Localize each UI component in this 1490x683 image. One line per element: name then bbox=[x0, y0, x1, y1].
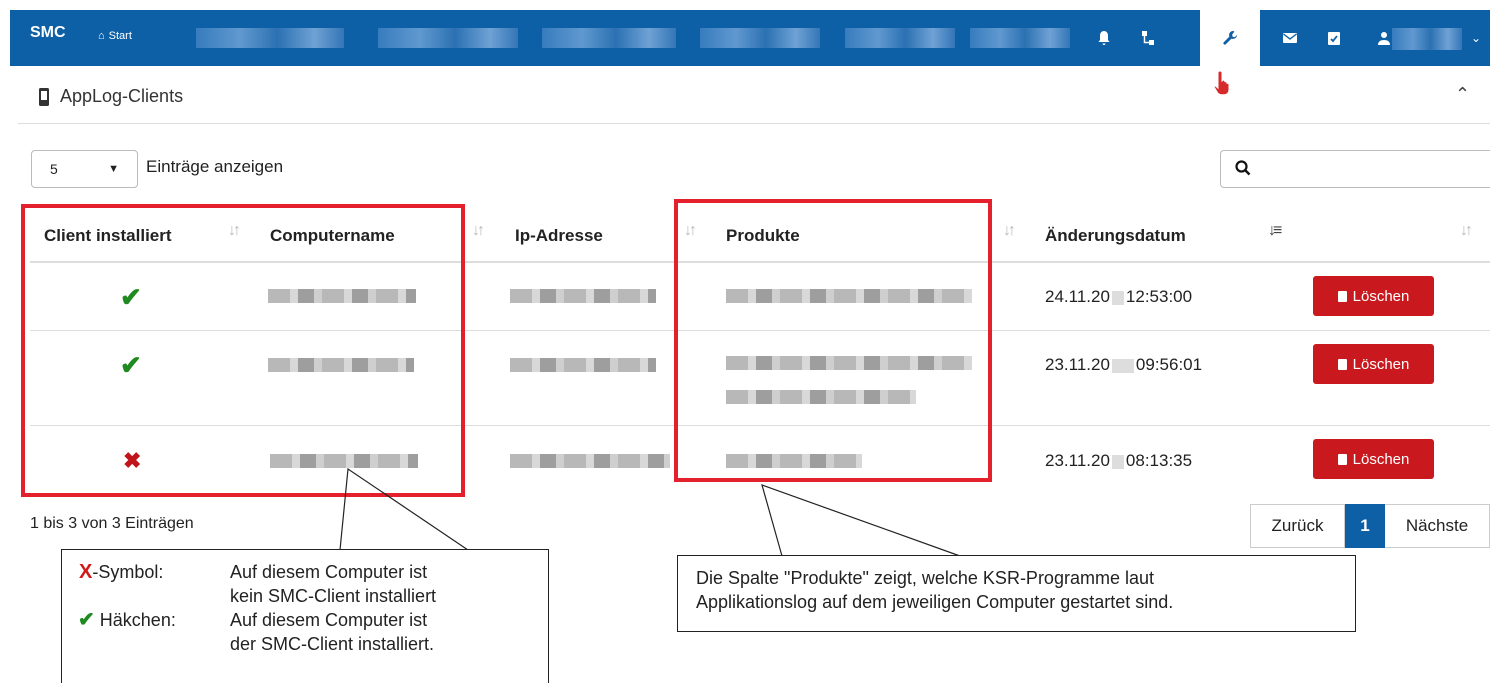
products-callout-line-1: Die Spalte "Produkte" zeigt, welche KSR-… bbox=[696, 568, 1154, 588]
x-symbol-label: -Symbol: bbox=[92, 562, 164, 582]
x-symbol-letter: X bbox=[79, 561, 93, 583]
check-icon: ✔ bbox=[78, 609, 95, 631]
check-legend: ✔ Häkchen: bbox=[78, 608, 176, 632]
legend-callout: X-Symbol: Auf diesem Computer ist kein S… bbox=[61, 549, 549, 683]
x-symbol-text: Auf diesem Computer ist kein SMC-Client … bbox=[230, 562, 437, 606]
x-symbol-legend: X-Symbol: bbox=[79, 560, 163, 584]
products-callout: Die Spalte "Produkte" zeigt, welche KSR-… bbox=[677, 555, 1356, 632]
check-text: Auf diesem Computer ist der SMC-Client i… bbox=[230, 610, 435, 654]
check-label: Häkchen: bbox=[99, 610, 176, 630]
products-callout-line-2: Applikationslog auf dem jeweiligen Compu… bbox=[696, 592, 1174, 612]
